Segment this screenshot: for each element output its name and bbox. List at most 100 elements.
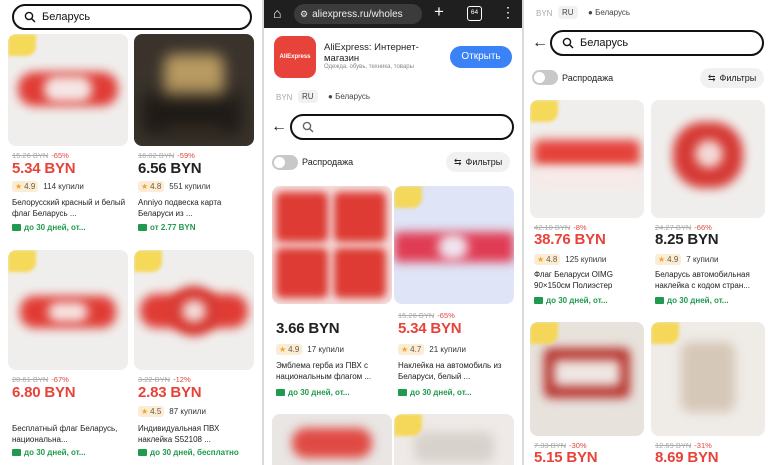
truck-icon <box>12 224 21 231</box>
product-title[interactable]: Бесплатный флаг Беларусь, национальна... <box>12 423 128 445</box>
shipping-info: от 2.77 BYN <box>138 223 196 232</box>
shipping-info: до 30 дней, от... <box>12 223 86 232</box>
location-pin-icon: ● <box>588 8 593 17</box>
star-icon: ★ <box>141 182 149 191</box>
truck-icon <box>534 297 543 304</box>
product-price: 2.83 BYN <box>138 384 202 401</box>
sale-toggle[interactable] <box>272 155 298 170</box>
product-price: 6.80 BYN <box>12 384 76 401</box>
star-icon: ★ <box>141 407 149 416</box>
search-bar[interactable]: Беларусь <box>550 30 764 56</box>
search-icon <box>302 121 314 133</box>
truck-icon <box>398 389 407 396</box>
product-title[interactable]: Беларусь автомобильная наклейка с кодом … <box>655 269 765 291</box>
search-bar[interactable] <box>290 114 514 140</box>
plus-icon[interactable]: + <box>434 2 444 22</box>
language-selector[interactable]: RU <box>298 90 318 103</box>
product-rating: ★ 4.5 87 купили <box>138 406 206 417</box>
product-image[interactable] <box>272 414 392 465</box>
currency-selector[interactable]: BYN <box>272 91 296 104</box>
product-title[interactable]: Наклейка на автомобиль из Беларуси, белы… <box>398 360 514 382</box>
search-icon <box>24 11 36 23</box>
product-rating: ★ 4.8 125 купили <box>534 254 606 265</box>
middle-screen: ⌂ ⚙ aliexpress.ru/wholes + 64 ⋮ AliExpre… <box>264 0 522 465</box>
app-banner: AliExpress AliExpress: Интернет-магазин … <box>264 28 522 84</box>
star-icon: ★ <box>537 255 545 264</box>
sale-label: Распродажа <box>302 157 354 167</box>
product-price: 3.66 BYN <box>276 320 340 337</box>
product-image[interactable] <box>272 186 392 304</box>
sale-label: Распродажа <box>562 73 614 83</box>
truck-icon <box>138 449 147 456</box>
shipping-info: до 30 дней, от... <box>534 296 608 305</box>
product-title[interactable]: Индивидуальная ПВХ наклейка S52108 ... <box>138 423 254 445</box>
location-pin-icon: ● <box>328 92 333 101</box>
shipping-info: до 30 дней, от... <box>398 388 472 397</box>
open-app-button[interactable]: Открыть <box>450 46 512 68</box>
product-image[interactable] <box>651 322 765 436</box>
product-price: 38.76 BYN <box>534 231 606 248</box>
shipping-info: до 30 дней, от... <box>12 448 86 457</box>
product-price: 5.34 BYN <box>398 320 462 337</box>
product-title[interactable]: Эмблема герба из ПВХ с национальным флаг… <box>276 360 392 382</box>
aliexpress-logo: AliExpress <box>274 36 316 78</box>
country-selector[interactable]: ● Беларусь <box>584 6 634 19</box>
home-icon[interactable]: ⌂ <box>273 5 281 21</box>
truck-icon <box>655 297 664 304</box>
more-vertical-icon[interactable]: ⋮ <box>501 4 515 21</box>
product-image[interactable] <box>530 322 644 436</box>
left-screen: Беларусь 15.26 BYN -65% 5.34 BYN ★ 4.9 114 … <box>0 0 262 465</box>
language-selector[interactable]: RU <box>558 6 578 19</box>
product-rating: ★ 4.7 21 купили <box>398 344 466 355</box>
truck-icon <box>138 224 147 231</box>
product-image[interactable] <box>8 34 128 146</box>
filter-icon: ⇆ <box>708 72 716 83</box>
banner-subtitle: Одежда, обувь, техника, товары <box>324 64 414 70</box>
product-price: 5.34 BYN <box>12 160 76 177</box>
tabs-icon[interactable]: 64 <box>467 6 482 21</box>
product-rating: ★ 4.9 114 купили <box>12 181 84 192</box>
filters-button[interactable]: ⇆ Фильтры <box>700 68 765 88</box>
browser-toolbar: ⌂ ⚙ aliexpress.ru/wholes + 64 ⋮ <box>264 0 522 28</box>
truck-icon <box>276 389 285 396</box>
shipping-info: до 30 дней, бесплатно <box>138 448 239 457</box>
star-icon: ★ <box>15 182 23 191</box>
product-image[interactable] <box>651 100 765 218</box>
search-query: Беларусь <box>580 37 629 49</box>
product-image[interactable] <box>530 100 644 218</box>
search-icon <box>562 37 574 49</box>
url-text: aliexpress.ru/wholes <box>312 8 403 20</box>
product-price: 8.25 BYN <box>655 231 719 248</box>
truck-icon <box>12 449 21 456</box>
product-title[interactable]: Anniyo подвеска карта Беларуси из ... <box>138 197 254 219</box>
product-rating: ★ 4.9 17 купили <box>276 344 344 355</box>
banner-title: AliExpress: Интернет-магазин <box>324 42 419 64</box>
right-screen: BYN RU ● Беларусь ← Беларусь Распродажа … <box>524 0 768 465</box>
product-image[interactable] <box>8 250 128 370</box>
product-image[interactable] <box>394 186 514 304</box>
site-settings-icon[interactable]: ⚙ <box>300 9 308 20</box>
country-selector[interactable]: ● Беларусь <box>324 90 374 103</box>
star-icon: ★ <box>279 345 287 354</box>
address-bar[interactable]: ⚙ aliexpress.ru/wholes <box>294 4 422 24</box>
filters-button[interactable]: ⇆ Фильтры <box>446 152 511 172</box>
star-icon: ★ <box>658 255 666 264</box>
product-rating: ★ 4.9 7 купили <box>655 254 719 265</box>
filter-icon: ⇆ <box>454 156 462 167</box>
sale-toggle[interactable] <box>532 70 558 85</box>
back-arrow-icon[interactable]: ← <box>532 34 548 52</box>
product-title[interactable]: Флаг Беларуси OIMG 90×150см Полиэстер <box>534 269 644 291</box>
product-image[interactable] <box>134 250 254 370</box>
currency-selector[interactable]: BYN <box>532 7 556 20</box>
back-arrow-icon[interactable]: ← <box>271 118 287 136</box>
product-image[interactable] <box>394 414 514 465</box>
product-title[interactable]: Белорусский красный и белый флаг Беларус… <box>12 197 128 219</box>
product-price: 6.56 BYN <box>138 160 202 177</box>
star-icon: ★ <box>401 345 409 354</box>
product-image[interactable] <box>134 34 254 146</box>
search-bar[interactable]: Беларусь <box>12 4 252 30</box>
shipping-info: до 30 дней, от... <box>655 296 729 305</box>
shipping-info: до 30 дней, от... <box>276 388 350 397</box>
product-price: 5.15 BYN <box>534 449 598 465</box>
product-price: 8.69 BYN <box>655 449 719 465</box>
